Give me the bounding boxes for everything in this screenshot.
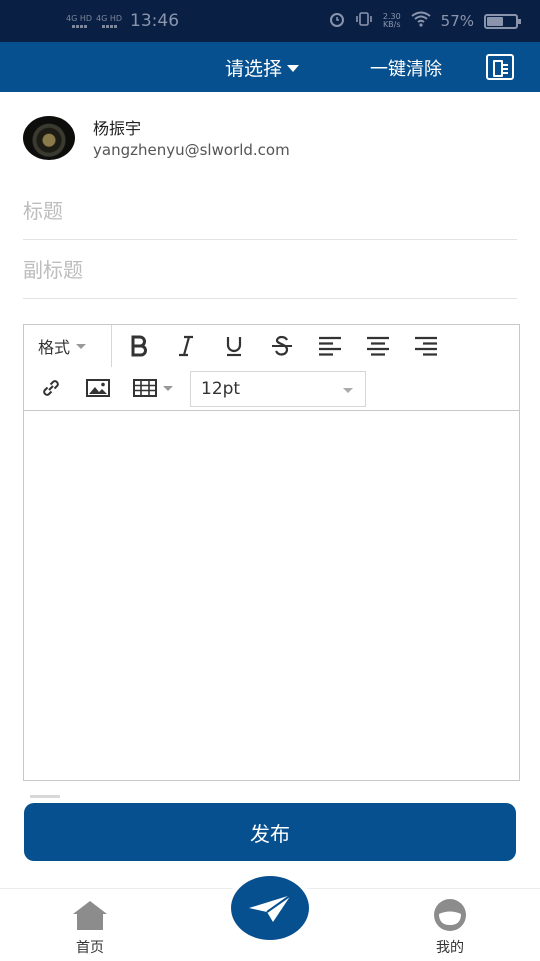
network-label-2: 4G HD bbox=[96, 13, 123, 23]
title-input[interactable] bbox=[23, 182, 517, 239]
battery-percent: 57% bbox=[440, 12, 474, 30]
paper-plane-icon bbox=[249, 894, 292, 922]
nav-mine-label: 我的 bbox=[436, 940, 464, 956]
caret-down-icon bbox=[287, 65, 300, 72]
clock: 13:46 bbox=[130, 11, 180, 31]
caret-down-icon bbox=[76, 343, 87, 349]
caret-down-icon bbox=[343, 388, 353, 393]
underline-icon[interactable] bbox=[217, 329, 251, 363]
vibrate-icon bbox=[355, 11, 373, 31]
publish-button[interactable]: 发布 bbox=[24, 803, 516, 861]
format-dropdown[interactable]: 格式 bbox=[24, 325, 112, 367]
nav-mine[interactable]: 我的 bbox=[410, 889, 490, 961]
avatar bbox=[23, 116, 75, 160]
title-field-wrapper bbox=[23, 182, 517, 240]
caret-down-icon bbox=[163, 385, 173, 391]
home-icon bbox=[73, 901, 107, 930]
italic-icon[interactable] bbox=[169, 329, 203, 363]
image-icon[interactable] bbox=[81, 371, 115, 405]
link-icon[interactable] bbox=[34, 371, 68, 405]
strikethrough-icon[interactable] bbox=[265, 329, 299, 363]
alarm-icon bbox=[329, 11, 345, 31]
signal-indicator-1: 4G HD bbox=[66, 13, 93, 28]
subtitle-field-wrapper bbox=[23, 241, 517, 299]
nav-home[interactable]: 首页 bbox=[50, 889, 130, 961]
align-center-icon[interactable] bbox=[361, 329, 395, 363]
status-bar: 4G HD 4G HD 13:46 2.30 KB/s 57% bbox=[0, 0, 540, 42]
document-icon[interactable] bbox=[486, 54, 514, 80]
editor-toolbar: 格式 12pt bbox=[24, 325, 519, 411]
align-right-icon[interactable] bbox=[409, 329, 443, 363]
font-size-select[interactable]: 12pt bbox=[190, 371, 366, 407]
partially-hidden-label bbox=[30, 792, 70, 798]
clear-all-button[interactable]: 一键清除 bbox=[370, 55, 442, 81]
bold-icon[interactable] bbox=[122, 329, 156, 363]
rich-text-editor: 格式 12pt bbox=[23, 324, 520, 781]
user-email: yangzhenyu@slworld.com bbox=[93, 141, 290, 159]
app-bar: 请选择 一键清除 bbox=[0, 42, 540, 92]
battery-icon bbox=[484, 13, 521, 29]
wifi-icon bbox=[411, 11, 431, 31]
user-name: 杨振宇 bbox=[93, 119, 142, 138]
category-select-label: 请选择 bbox=[225, 58, 283, 80]
nav-home-label: 首页 bbox=[76, 940, 104, 956]
category-select[interactable]: 请选择 bbox=[225, 54, 300, 81]
font-size-value: 12pt bbox=[201, 379, 241, 399]
network-speed: 2.30 KB/s bbox=[382, 12, 401, 29]
table-dropdown[interactable] bbox=[128, 371, 178, 405]
format-label: 格式 bbox=[38, 338, 71, 357]
table-icon bbox=[133, 379, 157, 397]
align-left-icon[interactable] bbox=[313, 329, 347, 363]
profile-icon bbox=[434, 899, 466, 931]
signal-indicator-2: 4G HD bbox=[96, 13, 123, 28]
send-fab[interactable] bbox=[231, 876, 309, 940]
network-label-1: 4G HD bbox=[66, 13, 93, 23]
subtitle-input[interactable] bbox=[23, 241, 517, 298]
editor-content-area[interactable] bbox=[24, 411, 519, 781]
